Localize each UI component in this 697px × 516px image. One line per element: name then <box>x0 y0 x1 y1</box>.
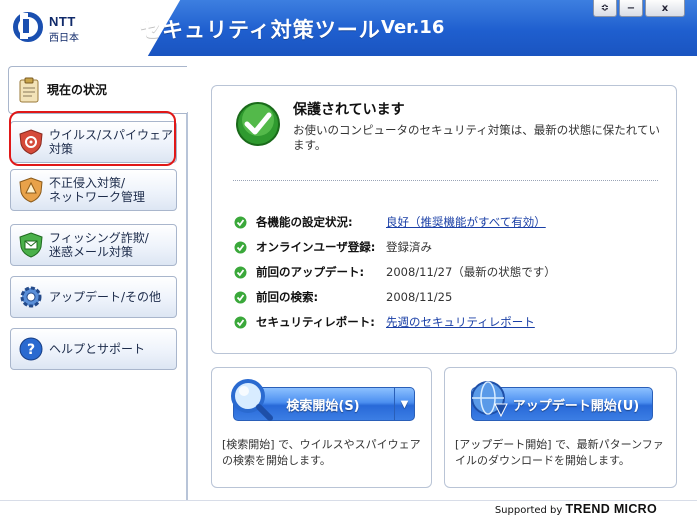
scan-description: [検索開始] で、ウイルスやスパイウェアの検索を開始します。 <box>222 438 421 467</box>
start-update-label: アップデート開始(U) <box>512 398 640 414</box>
detail-row: 前回のアップデート: 2008/11/27（最新の状態です） <box>234 263 664 281</box>
svg-text:?: ? <box>27 342 35 358</box>
detail-label: 前回の検索: <box>256 290 319 304</box>
chevron-down-icon: ▼ <box>400 398 409 410</box>
sidebar-item-update[interactable]: アップデート/その他 <box>10 276 177 318</box>
divider <box>233 180 658 181</box>
settings-status-link[interactable]: 良好（推奨機能がすべて有効） <box>386 214 546 230</box>
logo-sub: 西日本 <box>49 33 79 44</box>
security-report-link[interactable]: 先週のセキュリティレポート <box>386 314 535 330</box>
detail-label: オンラインユーザ登録: <box>256 240 376 254</box>
minimize-button[interactable]: − <box>619 0 643 17</box>
detail-label: 前回のアップデート: <box>256 265 365 279</box>
clipboard-icon <box>19 77 39 103</box>
app-version: Ver.16 <box>381 17 445 38</box>
detail-label: 各機能の設定状況: <box>256 215 353 229</box>
mail-shield-icon <box>19 232 43 258</box>
sidebar-item-label: ヘルプとサポート <box>49 342 146 356</box>
footer-divider <box>0 500 697 501</box>
detail-row: オンラインユーザ登録: 登録済み <box>234 238 664 256</box>
sidebar-item-label: フィッシング詐欺/ 迷惑メール対策 <box>49 231 149 259</box>
help-icon: ? <box>19 337 43 361</box>
trend-micro-logo: TREND MICRO <box>565 502 657 516</box>
status-title: 保護されています <box>293 102 405 118</box>
check-icon <box>234 241 247 253</box>
start-scan-label: 検索開始(S) <box>286 398 360 414</box>
check-shield-icon <box>236 102 280 146</box>
download-globe-icon <box>471 381 508 418</box>
scan-panel: 検索開始(S) ▼ [検索開始] で、ウイルスやスパイウェアの検索を開始します。 <box>211 367 432 488</box>
detail-label: セキュリティレポート: <box>256 315 375 329</box>
detail-value: 2008/11/27（最新の状態です） <box>386 265 556 279</box>
sidebar-item-status[interactable]: 現在の状況 <box>8 66 187 114</box>
status-description: お使いのコンピュータのセキュリティ対策は、最新の状態に保たれています。 <box>293 123 660 152</box>
sidebar-item-help[interactable]: ? ヘルプとサポート <box>10 328 177 370</box>
magnifier-icon <box>231 379 273 421</box>
detail-row: 前回の検索: 2008/11/25 <box>234 288 664 306</box>
supported-by-text: Supported by <box>494 505 563 516</box>
gear-icon <box>20 286 42 308</box>
sidebar-item-phishing[interactable]: フィッシング詐欺/ 迷惑メール対策 <box>10 224 177 266</box>
update-panel: アップデート開始(U) [アップデート開始] で、最新パターンファイルのダウンロ… <box>444 367 677 488</box>
app-title: セキュリティ対策ツール <box>140 18 381 42</box>
detail-value: 2008/11/25 <box>386 290 453 304</box>
detail-value: 登録済み <box>386 240 432 254</box>
firewall-shield-icon <box>19 177 43 203</box>
restore-button[interactable]: ≎ <box>593 0 617 17</box>
update-description: [アップデート開始] で、最新パターンファイルのダウンロードを開始します。 <box>455 438 664 467</box>
close-button[interactable]: x <box>645 0 685 17</box>
check-icon <box>234 316 247 328</box>
ntt-logo-icon <box>13 12 43 42</box>
scan-options-dropdown[interactable]: ▼ <box>394 388 414 420</box>
check-icon <box>234 216 247 228</box>
detail-row: セキュリティレポート: 先週のセキュリティレポート <box>234 313 664 331</box>
footer-credit: Supported by TREND MICRO <box>495 502 657 516</box>
detail-row: 各機能の設定状況: 良好（推奨機能がすべて有効） <box>234 213 664 231</box>
sidebar-item-label: 現在の状況 <box>47 83 108 97</box>
sidebar-item-label: 不正侵入対策/ ネットワーク管理 <box>49 176 146 204</box>
window-controls: ≎ − x <box>593 0 685 17</box>
title-bar: NTT 西日本 セキュリティ対策ツール Ver.16 ≎ − x <box>0 0 697 56</box>
sidebar-item-firewall[interactable]: 不正侵入対策/ ネットワーク管理 <box>10 169 177 211</box>
status-panel: 保護されています お使いのコンピュータのセキュリティ対策は、最新の状態に保たれて… <box>211 85 677 354</box>
logo-brand: NTT <box>49 14 76 29</box>
sidebar-item-label: アップデート/その他 <box>49 290 162 304</box>
check-icon <box>234 291 247 303</box>
highlight-annotation <box>9 111 176 166</box>
check-icon <box>234 266 247 278</box>
